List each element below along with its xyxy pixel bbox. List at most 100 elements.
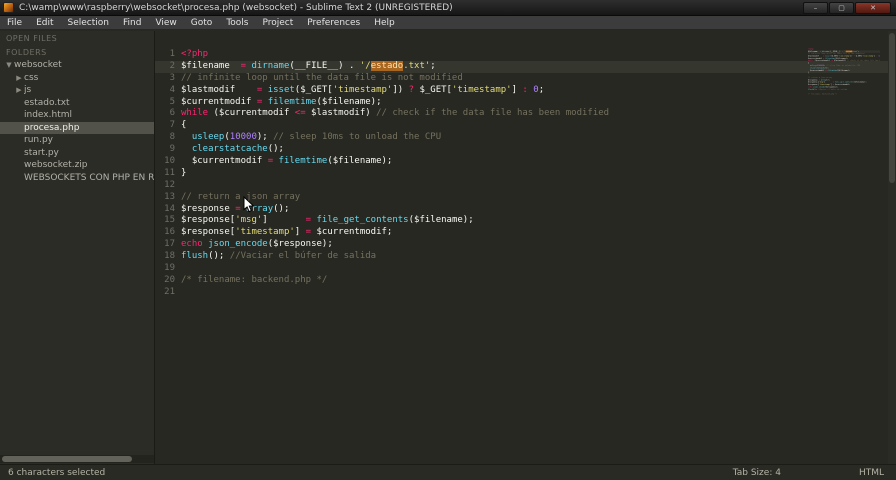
line-content: while ($currentmodif <= $lastmodif) // c… [181, 108, 610, 119]
minimize-button[interactable]: – [803, 1, 828, 14]
line-number: 16 [164, 227, 175, 238]
line-content: echo json_encode($response); [181, 239, 333, 250]
line-content: $currentmodif = filemtime($filename); [181, 96, 382, 107]
code-line-13[interactable]: 13 // return a json array [155, 192, 896, 204]
code-line-7[interactable]: 7{ [155, 120, 896, 132]
line-number: 17 [164, 239, 175, 250]
line-number: 12 [164, 179, 175, 190]
menu-selection[interactable]: Selection [61, 16, 116, 29]
tree-item-label: index.html [24, 110, 72, 121]
code-line-15[interactable]: 15 $response['msg'] = file_get_contents($… [155, 215, 896, 227]
collapse-icon[interactable]: ▼ [4, 61, 14, 69]
tree-item-label: estado.txt [24, 97, 70, 108]
line-number: 5 [169, 96, 175, 107]
folders-header[interactable]: FOLDERS [0, 45, 154, 59]
window-title: C:\wamp\www\raspberry\websocket\procesa.… [19, 2, 453, 13]
tree-item-label: websocket.zip [24, 160, 88, 171]
code-line-16[interactable]: 16 $response['timestamp'] = $currentmodif… [155, 227, 896, 239]
code-line-11[interactable]: 11} [155, 168, 896, 180]
code-line-2[interactable]: 2 $filename = dirname(__FILE__) . '/estad… [155, 60, 896, 73]
menu-preferences[interactable]: Preferences [300, 16, 367, 29]
maximize-button[interactable]: ▢ [829, 1, 854, 14]
menu-help[interactable]: Help [367, 16, 402, 29]
scrollbar-thumb[interactable] [889, 33, 895, 183]
code-line-21[interactable]: 21 [155, 287, 896, 299]
menu-project[interactable]: Project [255, 16, 300, 29]
tree-item-websockets-con-php-en-raspberry-b[interactable]: WEBSOCKETS CON PHP EN RASPBERRY.B [0, 172, 154, 185]
code-line-8[interactable]: 8 usleep(10000); // sleep 10ms to unload… [155, 132, 896, 144]
line-content: // return a json array [181, 191, 301, 202]
expand-icon[interactable]: ▶ [14, 74, 24, 82]
tree-item-js[interactable]: ▶ js [0, 84, 154, 97]
tree-item-websocket-zip[interactable]: websocket.zip [0, 159, 154, 172]
line-number: 4 [169, 84, 175, 95]
line-content: flush(); //Vaciar el búfer de salida [808, 88, 848, 91]
tab-size-indicator[interactable]: Tab Size: 4 [733, 468, 781, 478]
code-line-5[interactable]: 5 $currentmodif = filemtime($filename); [155, 97, 896, 109]
window-titlebar[interactable]: C:\wamp\www\raspberry\websocket\procesa.… [0, 0, 896, 16]
tree-item-label: run.py [24, 135, 54, 146]
code-line-18[interactable]: 18 flush(); //Vaciar el búfer de salida [155, 251, 896, 263]
code-line-3[interactable]: 3 // infinite loop until the data file is… [155, 73, 896, 85]
line-content: usleep(10000); // sleep 10ms to unload t… [191, 132, 442, 143]
code-line-12[interactable]: 12 [155, 180, 896, 192]
sidebar: OPEN FILES FOLDERS ▼ websocket ▶ css ▶ js esta… [0, 31, 155, 464]
sublime-window: C:\wamp\www\raspberry\websocket\procesa.… [0, 0, 896, 480]
scrollbar-thumb[interactable] [2, 456, 132, 462]
menu-find[interactable]: Find [116, 16, 148, 29]
tree-item-label: start.py [24, 147, 59, 158]
tree-item-estado-txt[interactable]: estado.txt [0, 97, 154, 110]
selection-status: 6 characters selected [8, 467, 106, 478]
line-content: <?php [181, 49, 209, 59]
menu-edit[interactable]: Edit [29, 16, 60, 29]
line-number: 13 [164, 191, 175, 202]
minimap[interactable]: <?php $filename = dirname(__FILE__) . '/e… [808, 48, 880, 138]
line-number: 7 [169, 120, 175, 131]
tree-item-procesa-php[interactable]: procesa.php [0, 121, 154, 134]
line-number: 2 [169, 60, 175, 71]
window-controls: – ▢ ✕ [803, 1, 891, 14]
tree-item-websocket[interactable]: ▼ websocket [0, 59, 154, 72]
tree-item-run-py[interactable]: run.py [0, 134, 154, 147]
code-line-1[interactable]: 1 <?php [155, 49, 896, 61]
code-line-17[interactable]: 17 echo json_encode($response); [155, 239, 896, 251]
minimap-code-line-6: while ($currentmodif <= $lastmodif) // c… [808, 60, 880, 62]
editor-vertical-scrollbar[interactable] [888, 31, 896, 464]
tree-item-start-py[interactable]: start.py [0, 147, 154, 160]
close-button[interactable]: ✕ [855, 1, 891, 14]
tree-item-label: css [24, 72, 39, 83]
line-content: $response['msg'] = file_get_contents($fi… [181, 215, 474, 226]
menu-file[interactable]: File [0, 16, 29, 29]
line-number: 20 [164, 274, 175, 285]
line-number: 21 [164, 286, 175, 297]
menu-goto[interactable]: Goto [184, 16, 220, 29]
tree-item-index-html[interactable]: index.html [0, 109, 154, 122]
line-number: 15 [164, 215, 175, 226]
code-line-10[interactable]: 10 $currentmodif = filemtime($filename); [155, 156, 896, 168]
code-line-4[interactable]: 4 $lastmodif = isset($_GET['timestamp']) … [155, 85, 896, 97]
minimap-content: <?php $filename = dirname(__FILE__) . '/e… [808, 48, 880, 98]
editor[interactable]: 1 <?php 2 $filename = dirname(__FILE__) . '… [155, 31, 896, 464]
sidebar-horizontal-scrollbar[interactable] [0, 455, 154, 463]
expand-icon[interactable]: ▶ [14, 86, 24, 94]
code-line-20[interactable]: 20 /* filename: backend.php */ [155, 275, 896, 287]
line-content: $currentmodif = filemtime($filename); [181, 156, 393, 167]
status-bar: 6 characters selected Tab Size: 4 HTML [0, 464, 896, 480]
tree-item-label: WEBSOCKETS CON PHP EN RASPBERRY.B [24, 172, 154, 183]
menu-tools[interactable]: Tools [219, 16, 255, 29]
menu-view[interactable]: View [148, 16, 183, 29]
open-files-header[interactable]: OPEN FILES [0, 31, 154, 45]
main-area: OPEN FILES FOLDERS ▼ websocket ▶ css ▶ js esta… [0, 31, 896, 464]
line-content: clearstatcache(); [191, 144, 284, 155]
code-line-6[interactable]: 6 while ($currentmodif <= $lastmodif) // … [155, 108, 896, 120]
line-content: /* filename: backend.php */ [808, 93, 838, 96]
line-content: while ($currentmodif <= $lastmodif) // c… [808, 59, 880, 62]
code-line-19[interactable]: 19 [155, 263, 896, 275]
line-number: 1 [169, 49, 175, 59]
code-line-14[interactable]: 14 $response = array(); [155, 204, 896, 216]
line-number: 10 [164, 156, 175, 167]
code-line-9[interactable]: 9 clearstatcache(); [155, 144, 896, 156]
status-right: Tab Size: 4 HTML [733, 468, 888, 478]
tree-item-css[interactable]: ▶ css [0, 72, 154, 85]
syntax-indicator[interactable]: HTML [859, 468, 884, 478]
